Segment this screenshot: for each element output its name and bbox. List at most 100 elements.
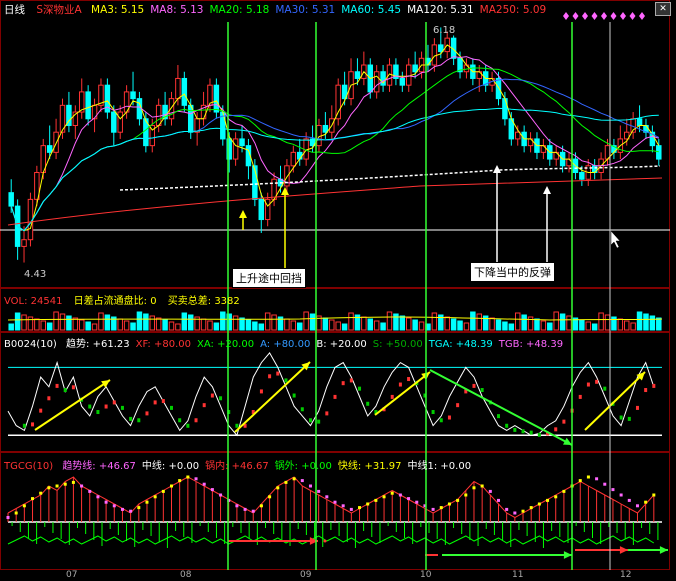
tgcg-yellow-dot <box>202 482 206 486</box>
candle-body <box>8 192 14 207</box>
tgcg-yellow-dot <box>398 493 402 497</box>
volume-bar <box>405 317 412 331</box>
tgcg-yellow-dot <box>120 507 124 511</box>
b0024-band-dot <box>562 419 566 424</box>
volume-bar <box>46 322 53 331</box>
ma-legend-item-4: MA60: 5.45 <box>341 4 401 16</box>
tgcg-yellow-dot <box>80 484 84 488</box>
tgcg-field-label: 趋势线: <box>62 461 99 472</box>
b0024-field-value: +50.00 <box>385 339 423 350</box>
ma8-line <box>10 56 659 232</box>
tgcg-yellow-dot <box>243 507 247 511</box>
volume-bar <box>53 311 59 331</box>
candle-body <box>111 111 117 133</box>
tgcg-yellow-dot <box>210 488 214 492</box>
candle-body <box>21 239 27 247</box>
candle-body <box>373 71 380 93</box>
b0024-band-dot <box>210 393 214 398</box>
candle-body <box>438 44 444 53</box>
price-arrow-1-head <box>239 210 247 218</box>
volume-bar <box>123 320 130 331</box>
tgcg-yellow-dot <box>194 477 198 481</box>
volume-bar <box>104 314 111 331</box>
tgcg-green-arrow-1-head <box>563 551 572 559</box>
ma-legend-item-label: MA3: <box>91 4 121 16</box>
b0024-band-dot <box>153 400 157 405</box>
volume-bar <box>617 318 624 331</box>
b0024-band-dot <box>529 430 533 435</box>
volume-bar <box>514 312 521 331</box>
candle-body <box>636 118 643 126</box>
b0024-arrow-5-shaft <box>429 369 573 446</box>
b0024-field-2: XA: +20.00 <box>197 339 254 350</box>
b0024-band-dot <box>595 379 599 384</box>
volume-bar <box>258 323 265 331</box>
b0024-band-dot <box>112 400 116 405</box>
close-button[interactable]: ✕ <box>655 2 671 16</box>
volume-bar <box>296 322 303 331</box>
b0024-field-label: 趋势: <box>66 339 93 350</box>
ma-legend-item-value: 5.31 <box>311 4 336 16</box>
tgcg-yellow-dot <box>284 480 288 484</box>
volume-bar <box>290 320 297 331</box>
tgcg-yellow-dot <box>537 502 541 506</box>
volume-bar <box>72 317 79 331</box>
tgcg-yellow-dot <box>366 502 370 506</box>
ma-legend-item-value: 5.09 <box>522 4 547 16</box>
tgcg-field-4: 快线: +31.97 <box>338 461 402 472</box>
tgcg-yellow-dot <box>104 500 108 504</box>
period-label[interactable]: 日线 <box>4 4 25 16</box>
date-axis: 07 08 09 10 11 12 <box>0 570 676 581</box>
volume-bar <box>220 311 226 331</box>
b0024-field-4: B: +20.00 <box>316 339 366 350</box>
volume-bar <box>636 311 643 331</box>
tgcg-yellow-dot <box>521 509 525 513</box>
signal-diamond <box>610 12 617 20</box>
candle-body <box>168 98 175 120</box>
tgcg-field-5: 中线1: +0.00 <box>407 461 471 472</box>
volume-bar <box>322 317 329 331</box>
ma-legend-item-label: MA60: <box>341 4 378 16</box>
candle-body <box>335 84 341 120</box>
volume-bar <box>245 319 252 331</box>
volume-bar <box>213 322 220 331</box>
volume-bar <box>14 312 21 331</box>
ma-legend-item-1: MA8: 5.13 <box>150 4 203 16</box>
vol-diff: 买卖总差: 3382 <box>167 296 240 307</box>
volume-bar <box>630 322 636 331</box>
b0024-band-dot <box>447 415 451 420</box>
volume-bar <box>284 318 290 331</box>
candle-body <box>412 64 418 73</box>
ma250-line <box>7 177 663 226</box>
tgcg-yellow-dot <box>562 489 566 493</box>
b0024-field-3: A: +80.00 <box>260 339 310 350</box>
tgcg-green-arrow-2-head <box>659 546 668 554</box>
volume-bar <box>450 318 457 331</box>
tgcg-yellow-dot <box>447 502 451 506</box>
chart-stage: 日线 S深物业A MA3: 5.15 MA8: 5.13 MA20: 5.18 MA3… <box>0 0 676 581</box>
volume-bar <box>457 320 463 331</box>
stock-chart-svg[interactable] <box>0 0 676 581</box>
b0024-band-dot <box>521 429 525 434</box>
price-header: 日线 S深物业A MA3: 5.15 MA8: 5.13 MA20: 5.18 MA3… <box>4 2 552 16</box>
candle-body <box>322 124 329 133</box>
tgcg-green-line <box>7 535 655 545</box>
tgcg-yellow-dot <box>235 504 239 508</box>
volume-bar <box>271 314 277 331</box>
b0024-fields: 趋势: +61.23 XF: +80.00 XA: +20.00 A: +80.00 B… <box>66 339 569 350</box>
date-tick: 08 <box>180 570 192 580</box>
tgcg-yellow-dot <box>55 484 59 488</box>
vol-ratio: 日差占流通盘比: 0 <box>73 296 157 307</box>
tgcg-yellow-dot <box>611 488 615 492</box>
tgcg-yellow-dot <box>268 495 272 499</box>
volume-bar <box>34 318 40 331</box>
b0024-band-dot <box>170 405 173 410</box>
ma-legend-item-label: MA8: <box>150 4 181 16</box>
b0024-arrow-2-shaft <box>234 361 311 433</box>
b0024-header: B0024(10) 趋势: +61.23 XF: +80.00 XA: +20.00… <box>4 335 569 350</box>
tgcg-yellow-dot <box>341 504 345 508</box>
tgcg-yellow-dot <box>595 477 599 481</box>
b0024-name: B0024(10) <box>4 339 57 350</box>
b0024-band-dot <box>341 381 345 386</box>
b0024-arrow-3-shaft <box>374 371 431 416</box>
